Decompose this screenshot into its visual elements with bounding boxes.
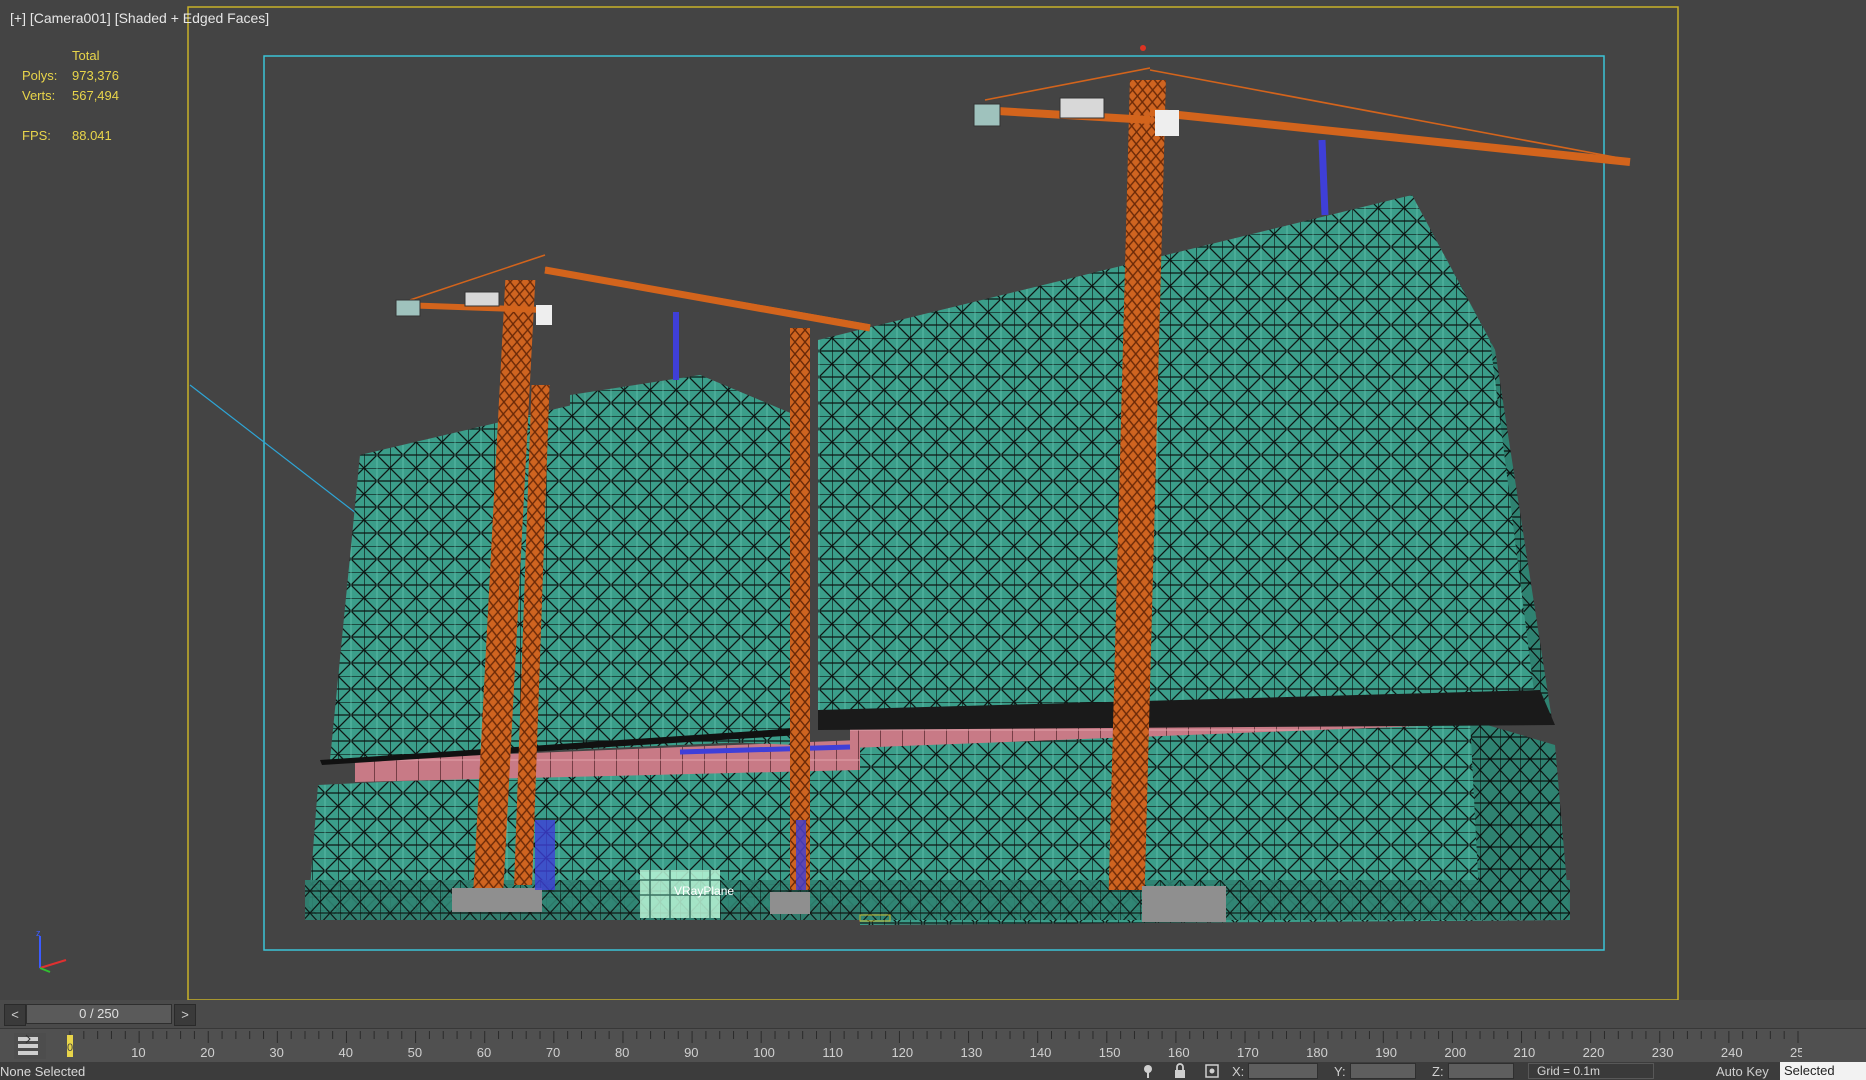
- x-coord-field[interactable]: [1248, 1063, 1318, 1079]
- stats-header: Total: [72, 48, 100, 63]
- key-set-dropdown[interactable]: Selected: [1780, 1062, 1866, 1080]
- ruler-label: 80: [615, 1045, 629, 1060]
- ruler-label: 110: [822, 1045, 843, 1060]
- camera-viewport[interactable]: [+] [Camera001] [Shaded + Edged Faces] V…: [0, 0, 1866, 1000]
- ruler-label: 230: [1652, 1045, 1674, 1060]
- z-coord-label: Z:: [1432, 1064, 1444, 1079]
- ruler-label: 70: [546, 1045, 560, 1060]
- viewport-camera-menu[interactable]: [Camera001]: [30, 10, 111, 26]
- x-coord-label: X:: [1232, 1064, 1245, 1079]
- ruler-label: 50: [408, 1045, 422, 1060]
- selection-status: None Selected: [0, 1064, 86, 1079]
- ruler-label: 20: [200, 1045, 214, 1060]
- tower-left-front: [570, 375, 795, 745]
- axis-tripod-icon: z: [36, 928, 67, 973]
- ruler-label: 200: [1444, 1045, 1466, 1060]
- status-bar: None Selected X: Y: Z: Grid = 0.1m Auto …: [0, 1062, 1866, 1080]
- ruler-label: 130: [961, 1045, 983, 1060]
- y-coord-field[interactable]: [1350, 1063, 1416, 1079]
- isolate-icon[interactable]: [1140, 1063, 1156, 1079]
- svg-text:z: z: [36, 928, 41, 938]
- y-coord-label: Y:: [1334, 1064, 1346, 1079]
- key-filter-icon[interactable]: [14, 1033, 46, 1059]
- time-slider-thumb[interactable]: 0 / 250: [26, 1004, 172, 1024]
- ruler-label: 30: [269, 1045, 283, 1060]
- tower-right: [818, 195, 1540, 720]
- polys-label: Polys:: [22, 68, 58, 83]
- ruler-label: 220: [1583, 1045, 1605, 1060]
- ruler-label: 90: [684, 1045, 698, 1060]
- polys-value: 973,376: [72, 68, 119, 83]
- viewport-shading-menu[interactable]: [Shaded + Edged Faces]: [115, 10, 270, 26]
- ruler-label: 160: [1168, 1045, 1190, 1060]
- ruler-label: 180: [1306, 1045, 1328, 1060]
- ruler-label: 40: [338, 1045, 352, 1060]
- time-slider-prev-button[interactable]: <: [4, 1004, 26, 1026]
- ruler-label: 60: [477, 1045, 491, 1060]
- ruler-label: 140: [1030, 1045, 1052, 1060]
- fps-label: FPS:: [22, 128, 51, 143]
- fps-value: 88.041: [72, 128, 112, 143]
- current-frame-label: 0: [67, 1042, 73, 1054]
- ruler-label: 100: [753, 1045, 775, 1060]
- vrayplane-label: VRayPlane: [674, 884, 735, 898]
- track-bar[interactable]: 10 20 30 40 50 60 70 80 90 100 110 120 130 140 150 160 1…: [0, 1028, 1866, 1063]
- ruler-label: 190: [1375, 1045, 1397, 1060]
- ruler-label: 120: [891, 1045, 913, 1060]
- ruler-label: 240: [1721, 1045, 1743, 1060]
- ruler-label: 250: [1790, 1045, 1802, 1060]
- lock-icon[interactable]: [1172, 1063, 1188, 1079]
- transform-mode-icon[interactable]: [1204, 1063, 1220, 1079]
- ruler-label: 150: [1099, 1045, 1121, 1060]
- z-coord-field[interactable]: [1448, 1063, 1514, 1079]
- viewport-plus-menu[interactable]: [+]: [10, 10, 26, 26]
- ruler-label: 10: [131, 1045, 145, 1060]
- grid-size-display: Grid = 0.1m: [1528, 1063, 1654, 1079]
- ruler-label: 210: [1514, 1045, 1536, 1060]
- ruler-label: 170: [1237, 1045, 1259, 1060]
- scene-render[interactable]: [0, 0, 1866, 1000]
- time-slider-bar: < 0 / 250 >: [0, 1000, 1866, 1028]
- frame-ruler[interactable]: 10 20 30 40 50 60 70 80 90 100 110 120 130 140 150 160 1…: [62, 1029, 1802, 1063]
- auto-key-button[interactable]: Auto Key: [1716, 1064, 1769, 1079]
- time-slider-next-button[interactable]: >: [174, 1004, 196, 1026]
- verts-value: 567,494: [72, 88, 119, 103]
- verts-label: Verts:: [22, 88, 56, 103]
- viewport-label[interactable]: [+] [Camera001] [Shaded + Edged Faces]: [10, 10, 269, 26]
